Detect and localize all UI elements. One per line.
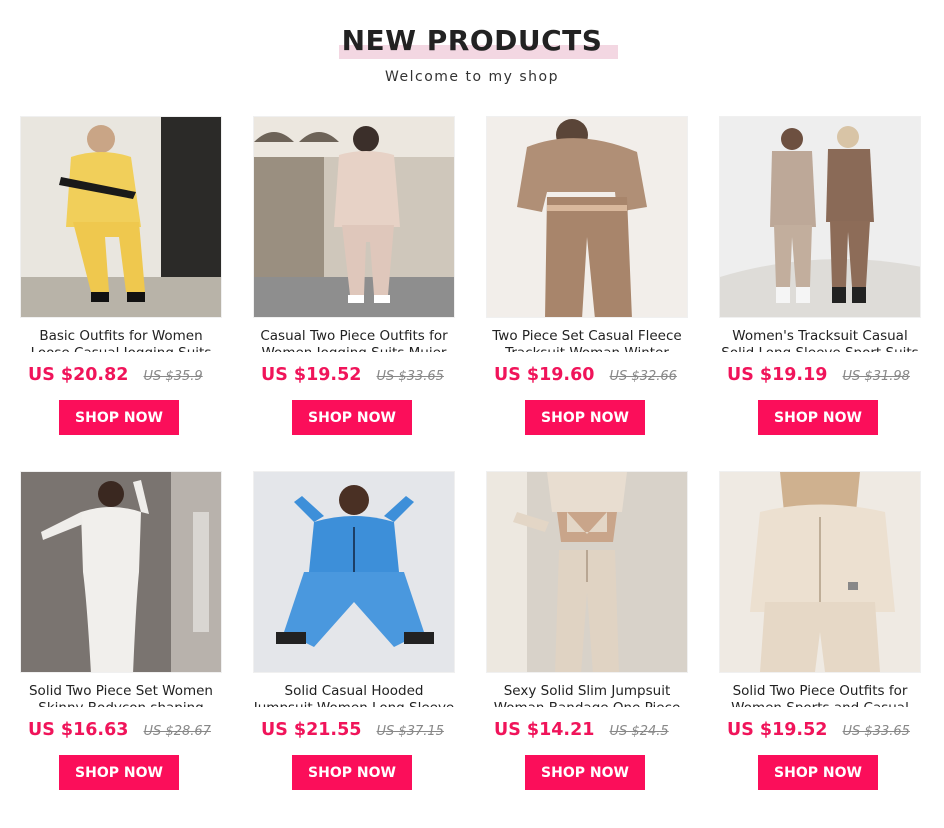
product-name[interactable]: Casual Two Piece Outfits for Women Joggi… xyxy=(253,328,455,352)
section-header: NEW PRODUCTS Welcome to my shop xyxy=(0,0,944,100)
price-row: US $21.55 US $37.15 xyxy=(261,720,455,744)
page-title: NEW PRODUCTS xyxy=(341,24,603,57)
original-price: US $24.5 xyxy=(609,724,669,739)
price-row: US $19.60 US $32.66 xyxy=(494,365,688,389)
product-price: US $21.55 xyxy=(261,720,362,740)
shop-now-button[interactable]: SHOP NOW xyxy=(59,400,179,435)
product-image[interactable] xyxy=(486,116,688,318)
product-image[interactable] xyxy=(20,471,222,673)
product-card[interactable]: Sexy Solid Slim Jumpsuit Woman Bandage O… xyxy=(486,471,688,791)
shop-now-button[interactable]: SHOP NOW xyxy=(292,755,412,790)
product-image[interactable] xyxy=(719,471,921,673)
product-price: US $19.52 xyxy=(261,365,362,385)
price-row: US $19.52 US $33.65 xyxy=(261,365,455,389)
product-grid: Basic Outfits for Women Loose Casual Jog… xyxy=(20,116,924,816)
shop-now-button[interactable]: SHOP NOW xyxy=(758,755,878,790)
original-price: US $28.67 xyxy=(143,724,211,739)
price-row: US $14.21 US $24.5 xyxy=(494,720,688,744)
product-price: US $14.21 xyxy=(494,720,595,740)
product-image[interactable] xyxy=(253,471,455,673)
product-image[interactable] xyxy=(486,471,688,673)
product-price: US $16.63 xyxy=(28,720,129,740)
price-row: US $19.52 US $33.65 xyxy=(727,720,921,744)
product-card[interactable]: Women's Tracksuit Casual Solid Long Slee… xyxy=(719,116,921,436)
product-card[interactable]: Solid Two Piece Set Women Skinny Bodycon… xyxy=(20,471,222,791)
product-name[interactable]: Sexy Solid Slim Jumpsuit Woman Bandage O… xyxy=(486,683,688,707)
product-name[interactable]: Two Piece Set Casual Fleece Tracksuit Wo… xyxy=(486,328,688,352)
product-card[interactable]: Casual Two Piece Outfits for Women Joggi… xyxy=(253,116,455,436)
shop-now-button[interactable]: SHOP NOW xyxy=(525,755,645,790)
product-card[interactable]: Basic Outfits for Women Loose Casual Jog… xyxy=(20,116,222,436)
shop-now-button[interactable]: SHOP NOW xyxy=(525,400,645,435)
product-image[interactable] xyxy=(20,116,222,318)
shop-now-button[interactable]: SHOP NOW xyxy=(59,755,179,790)
shop-now-button[interactable]: SHOP NOW xyxy=(292,400,412,435)
product-price: US $20.82 xyxy=(28,365,129,385)
product-price: US $19.19 xyxy=(727,365,828,385)
product-name[interactable]: Women's Tracksuit Casual Solid Long Slee… xyxy=(719,328,921,352)
original-price: US $33.65 xyxy=(842,724,910,739)
product-image[interactable] xyxy=(719,116,921,318)
price-row: US $19.19 US $31.98 xyxy=(727,365,921,389)
price-row: US $16.63 US $28.67 xyxy=(28,720,222,744)
original-price: US $33.65 xyxy=(376,369,444,384)
product-card[interactable]: Solid Two Piece Outfits for Women Sports… xyxy=(719,471,921,791)
original-price: US $37.15 xyxy=(376,724,444,739)
product-name[interactable]: Basic Outfits for Women Loose Casual Jog… xyxy=(20,328,222,352)
shop-now-button[interactable]: SHOP NOW xyxy=(758,400,878,435)
product-name[interactable]: Solid Two Piece Set Women Skinny Bodycon… xyxy=(20,683,222,707)
product-card[interactable]: Two Piece Set Casual Fleece Tracksuit Wo… xyxy=(486,116,688,436)
original-price: US $35.9 xyxy=(143,369,203,384)
original-price: US $31.98 xyxy=(842,369,910,384)
product-card[interactable]: Solid Casual Hooded Jumpsuit Women Long … xyxy=(253,471,455,791)
product-name[interactable]: Solid Two Piece Outfits for Women Sports… xyxy=(719,683,921,707)
price-row: US $20.82 US $35.9 xyxy=(28,365,222,389)
product-price: US $19.52 xyxy=(727,720,828,740)
product-image[interactable] xyxy=(253,116,455,318)
page-subtitle: Welcome to my shop xyxy=(385,69,559,85)
product-price: US $19.60 xyxy=(494,365,595,385)
original-price: US $32.66 xyxy=(609,369,677,384)
product-name[interactable]: Solid Casual Hooded Jumpsuit Women Long … xyxy=(253,683,455,707)
